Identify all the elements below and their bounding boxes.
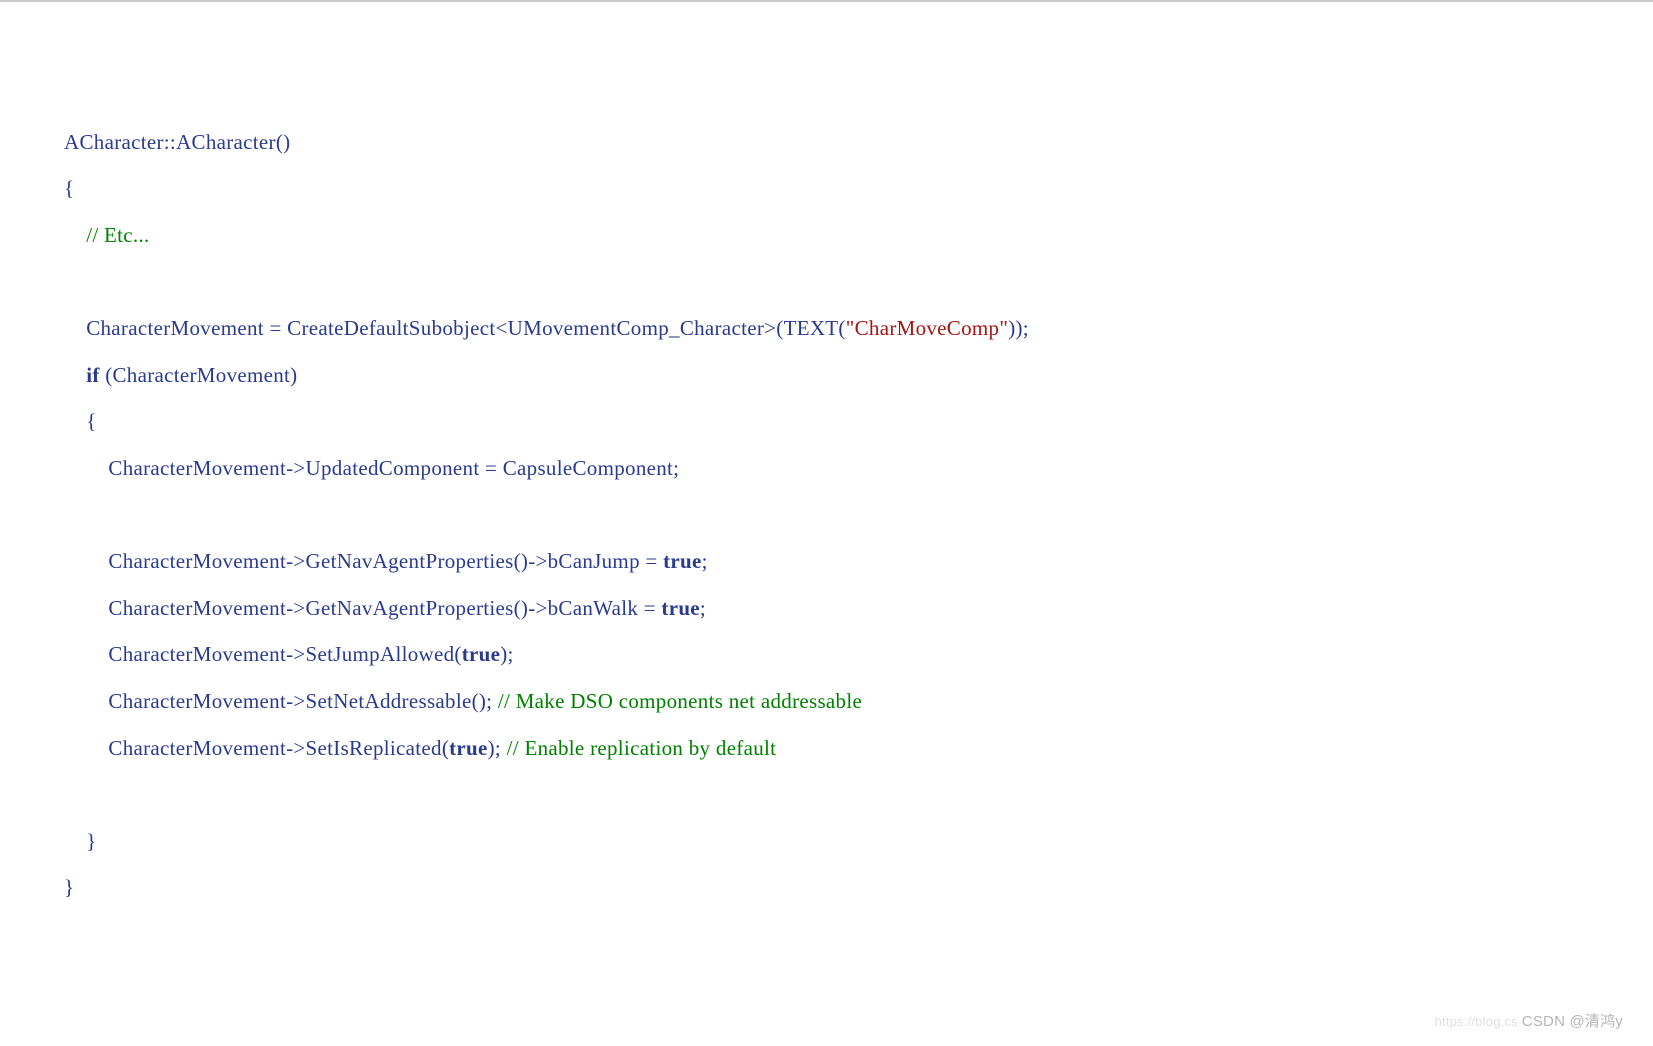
watermark: https://blog.cs CSDN @清鸿y (1435, 1005, 1623, 1038)
code-line: CharacterMovement->UpdatedComponent = Ca… (64, 456, 679, 480)
code-line: CharacterMovement = CreateDefaultSubobje… (64, 316, 1029, 340)
code-line: CharacterMovement->SetNetAddressable(); … (64, 689, 862, 713)
code-line: ACharacter::ACharacter() (64, 130, 290, 154)
code-line: { (64, 176, 74, 200)
code-line: CharacterMovement->GetNavAgentProperties… (64, 549, 708, 573)
code-block: ACharacter::ACharacter() { // Etc... Cha… (64, 72, 1623, 911)
code-line: CharacterMovement->SetIsReplicated(true)… (64, 736, 776, 760)
code-line: CharacterMovement->GetNavAgentProperties… (64, 596, 706, 620)
watermark-url: https://blog.cs (1435, 1014, 1518, 1029)
code-line: { (64, 409, 97, 433)
watermark-text: CSDN @清鸿y (1522, 1013, 1623, 1030)
code-line: } (64, 829, 97, 853)
code-line: CharacterMovement->SetJumpAllowed(true); (64, 642, 514, 666)
code-line: } (64, 875, 74, 899)
code-line: if (CharacterMovement) (64, 363, 297, 387)
code-line: // Etc... (64, 223, 150, 247)
